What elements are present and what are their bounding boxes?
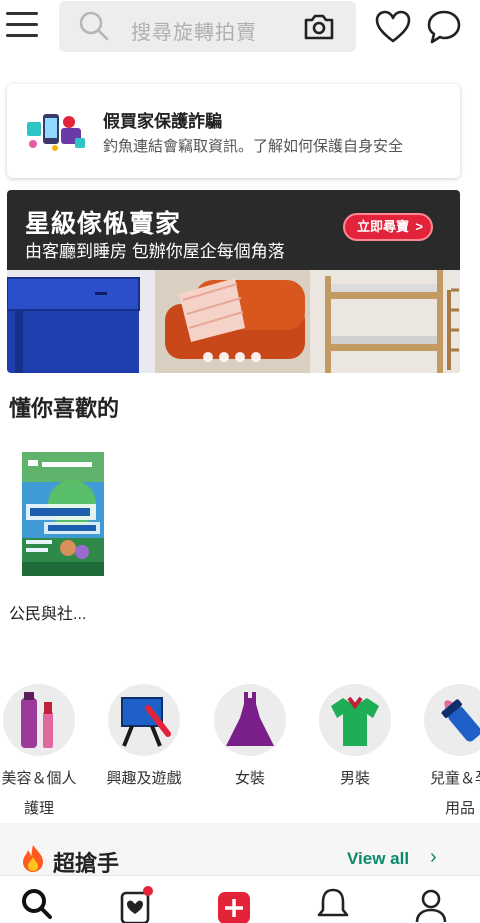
recommended-item-name: 公民與社... bbox=[9, 606, 87, 623]
safety-notice-card[interactable]: 假買家保護詐騙 釣魚連結會竊取資訊。了解如何保護自身安全 bbox=[7, 84, 460, 178]
carousel-dot[interactable] bbox=[203, 352, 213, 362]
recommendations-heading: 懂你喜歡的 bbox=[9, 396, 120, 421]
category-label: 兒童＆孕 用品 bbox=[429, 770, 480, 817]
bottom-navigation bbox=[0, 875, 480, 923]
category-mens[interactable]: 男裝 bbox=[305, 684, 405, 794]
carousel-dot[interactable] bbox=[251, 352, 261, 362]
search-bar[interactable]: 搜尋旋轉拍賣 bbox=[59, 1, 356, 52]
camera-icon[interactable] bbox=[302, 11, 336, 43]
category-beauty[interactable]: 美容＆個人 護理 bbox=[0, 684, 89, 824]
search-icon[interactable] bbox=[17, 884, 57, 923]
category-kids[interactable]: 兒童＆孕 用品 bbox=[410, 684, 480, 824]
profile-icon[interactable] bbox=[411, 884, 451, 923]
cosmetics-icon bbox=[3, 684, 75, 756]
category-womens[interactable]: 女裝 bbox=[200, 684, 300, 794]
banner-subtitle: 由客廳到睡房 包辦你屋企每個角落 bbox=[25, 242, 285, 261]
book-cover-image bbox=[22, 452, 104, 576]
category-label: 興趣及遊戲 bbox=[106, 770, 182, 787]
chat-bubble-icon[interactable] bbox=[426, 9, 462, 45]
carousel-dot[interactable] bbox=[219, 352, 229, 362]
heart-icon[interactable] bbox=[375, 10, 411, 44]
search-placeholder: 搜尋旋轉拍賣 bbox=[131, 22, 257, 44]
banner-title: 星級傢俬賣家 bbox=[25, 210, 182, 238]
safety-notice-description: 釣魚連結會竊取資訊。了解如何保護自身安全 bbox=[103, 138, 404, 155]
hot-deals-title: 超搶手 bbox=[53, 851, 120, 876]
category-hobbies[interactable]: 興趣及遊戲 bbox=[94, 684, 194, 794]
category-label: 男裝 bbox=[339, 770, 370, 787]
tshirt-icon bbox=[319, 684, 391, 756]
category-label: 美容＆個人 護理 bbox=[1, 770, 77, 817]
banner-cta-label: 立即尋寶 bbox=[357, 219, 410, 234]
phishing-warning-illustration bbox=[27, 114, 85, 151]
notification-bell-icon[interactable] bbox=[313, 884, 353, 923]
search-icon bbox=[79, 11, 109, 41]
dress-icon bbox=[214, 684, 286, 756]
banner-cta-button[interactable]: 立即尋寶 > bbox=[343, 213, 433, 241]
liked-items-icon[interactable] bbox=[115, 884, 155, 923]
hamburger-menu-icon[interactable] bbox=[6, 10, 40, 42]
category-label: 女裝 bbox=[234, 770, 265, 787]
chevron-right-icon[interactable]: › bbox=[430, 846, 437, 869]
view-all-link[interactable]: View all bbox=[347, 849, 409, 869]
carousel-dots bbox=[203, 352, 261, 362]
easel-paintbrush-icon bbox=[108, 684, 180, 756]
hot-deals-section: 超搶手 View all › bbox=[0, 823, 480, 876]
promo-banner[interactable]: 星級傢俬賣家 由客廳到睡房 包辦你屋企每個角落 立即尋寶 > bbox=[7, 190, 460, 373]
carousel-dot[interactable] bbox=[235, 352, 245, 362]
top-header: 搜尋旋轉拍賣 bbox=[0, 0, 480, 56]
safety-notice-title: 假買家保護詐騙 bbox=[103, 112, 222, 131]
chevron-right-icon: > bbox=[415, 219, 423, 234]
baby-bottle-icon bbox=[424, 684, 480, 756]
sell-plus-icon[interactable] bbox=[214, 884, 254, 923]
category-strip: 美容＆個人 護理 興趣及遊戲 女裝 男裝 兒童＆ 用品 bbox=[0, 684, 480, 817]
fire-icon bbox=[23, 845, 43, 872]
